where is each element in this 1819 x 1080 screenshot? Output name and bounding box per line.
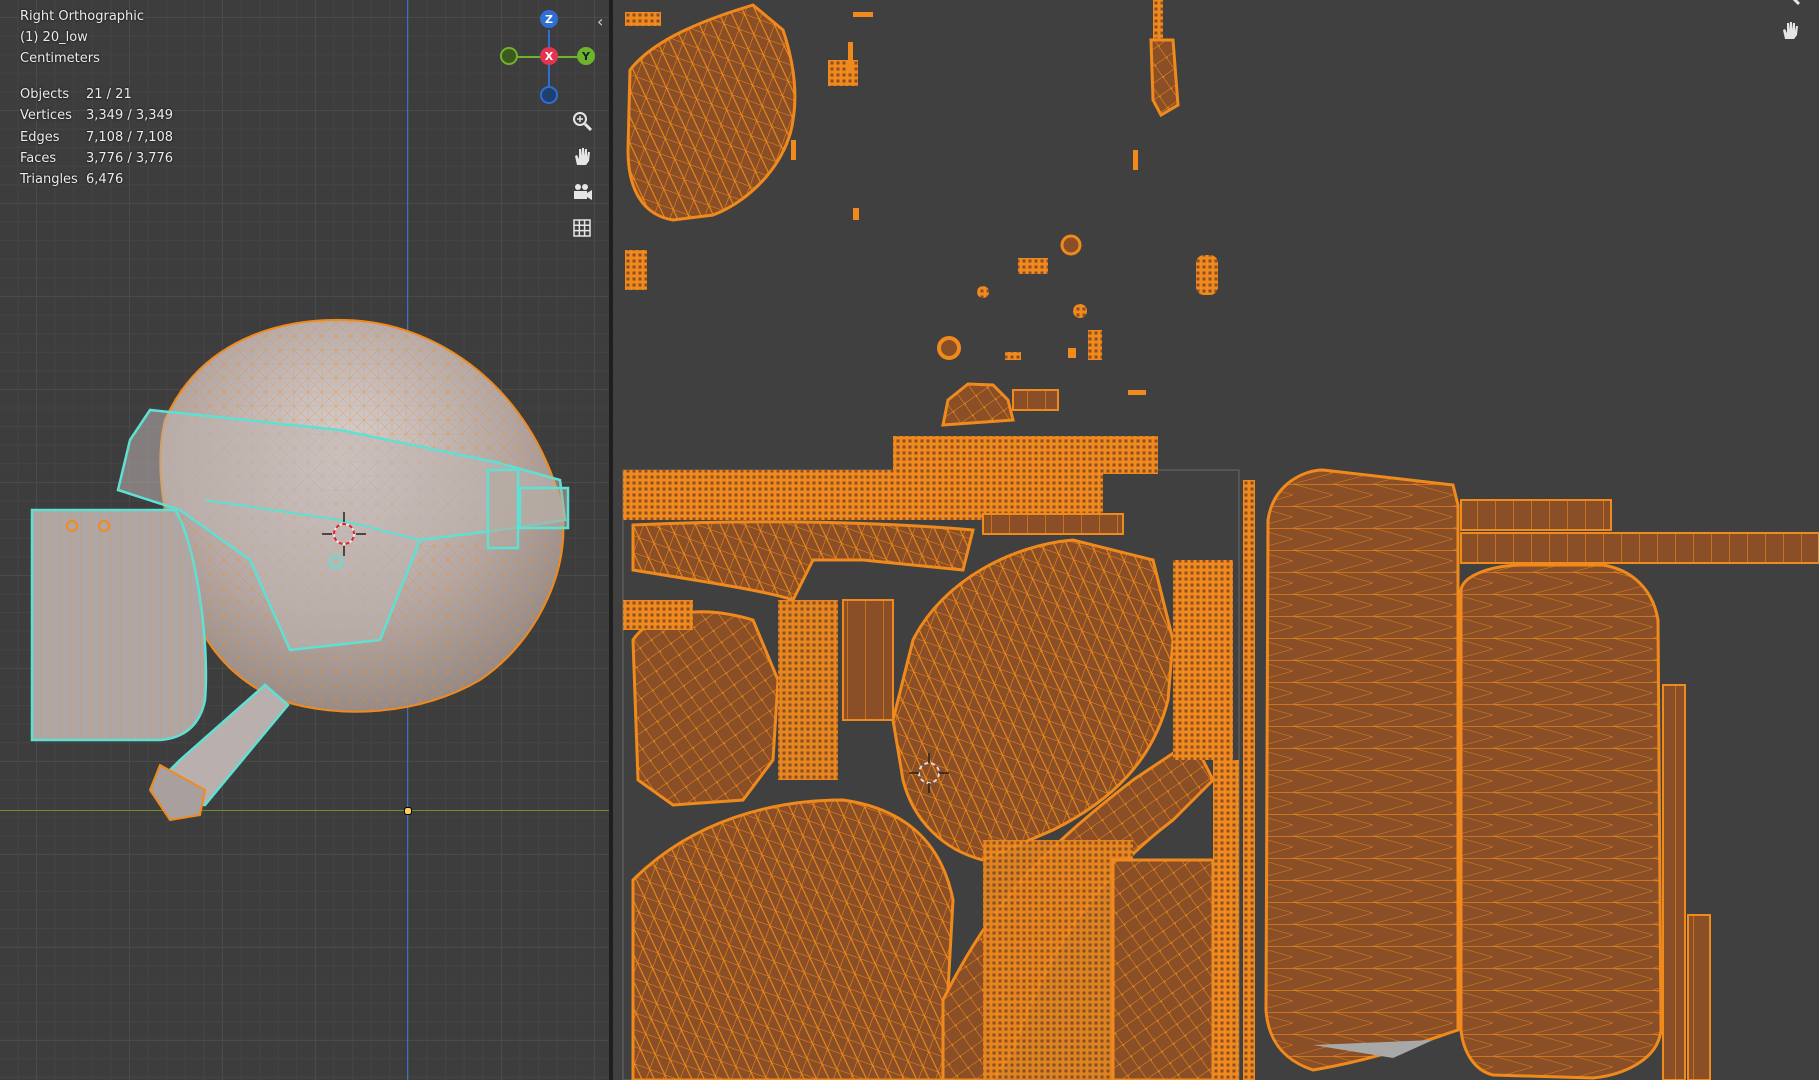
- uv-island: [1005, 352, 1021, 360]
- stat-value: 6,476: [86, 172, 124, 188]
- uv-island: [1264, 468, 1460, 1072]
- stat-value: 21 / 21: [86, 87, 132, 102]
- uv-island: [1243, 480, 1255, 1080]
- stat-row-faces: Faces 3,776 / 3,776: [20, 148, 173, 169]
- uv-island: [842, 599, 894, 721]
- uv-island: [1128, 390, 1146, 395]
- uv-island: [1460, 499, 1612, 531]
- grid-icon[interactable]: [567, 213, 597, 243]
- uv-island: [983, 840, 1133, 1080]
- uv-island: [1687, 914, 1711, 1080]
- gizmo-neg-z-axis[interactable]: [540, 86, 558, 104]
- stat-row-triangles: Triangles 6,476: [20, 169, 173, 190]
- gizmo-neg-y-axis[interactable]: [500, 47, 518, 65]
- stat-row-edges: Edges 7,108 / 7,108: [20, 127, 173, 148]
- uv-island: [848, 42, 853, 72]
- stat-value: 3,776 / 3,776: [86, 150, 174, 166]
- hand-pan-icon[interactable]: [1779, 18, 1807, 46]
- uv-island: [1018, 258, 1048, 274]
- uv-island: [982, 513, 1124, 535]
- stat-value: 7,108 / 7,108: [86, 129, 174, 145]
- uv-island: [1213, 760, 1239, 1080]
- uv-island: [626, 3, 797, 222]
- zoom-icon[interactable]: [1779, 0, 1807, 8]
- uv-island: [1133, 150, 1138, 170]
- uv-island: [893, 436, 1158, 474]
- 3d-viewport[interactable]: Right Orthographic (1) 20_low Centimeter…: [0, 0, 609, 1080]
- stat-label: Vertices: [20, 108, 72, 124]
- scene-statistics: Objects 21 / 21 Vertices 3,349 / 3,349 Edg…: [20, 84, 173, 190]
- uv-island: [937, 336, 961, 360]
- side-clip: [486, 468, 520, 550]
- stat-row-vertices: Vertices 3,349 / 3,349: [20, 105, 173, 126]
- collapse-toolbar-arrow[interactable]: ‹: [597, 12, 603, 31]
- stat-label: Objects: [20, 87, 70, 102]
- navigation-gizmo[interactable]: Z X Y: [500, 10, 600, 110]
- uv-island: [623, 600, 693, 630]
- uv-island: [853, 12, 873, 17]
- zoom-icon[interactable]: [567, 106, 597, 136]
- uv-island: [631, 798, 955, 1080]
- stat-value: 3,349 / 3,349: [86, 108, 174, 124]
- uv-island: [1073, 304, 1087, 318]
- uv-island: [1662, 684, 1686, 1080]
- hand-pan-icon[interactable]: [567, 141, 597, 171]
- uv-island: [623, 470, 1103, 520]
- stat-row-objects: Objects 21 / 21: [20, 84, 173, 105]
- uv-island: [625, 12, 661, 26]
- uv-island: [977, 286, 989, 298]
- stat-label: Faces: [20, 150, 57, 166]
- uv-island: [1153, 0, 1163, 40]
- uv-island: [791, 140, 796, 160]
- camera-icon[interactable]: [567, 177, 597, 207]
- gizmo-y-axis[interactable]: Y: [577, 47, 595, 65]
- uv-island: [941, 382, 1015, 427]
- view-name: Right Orthographic: [20, 9, 145, 24]
- uv-island: [1196, 255, 1218, 295]
- uv-island: [1149, 38, 1180, 118]
- uv-island: [1068, 348, 1076, 358]
- uv-island: [625, 250, 647, 290]
- uv-island: [1012, 389, 1059, 411]
- uv-island: [631, 610, 780, 807]
- uv-island: [778, 600, 838, 780]
- uv-island: [1088, 330, 1102, 360]
- stat-label: Edges: [20, 129, 60, 145]
- uv-island: [1060, 234, 1082, 256]
- uv-islands[interactable]: [613, 0, 1819, 1080]
- uv-island: [1460, 532, 1819, 564]
- gizmo-x-axis[interactable]: X: [540, 47, 558, 65]
- uv-island: [1173, 560, 1233, 760]
- units-label: Centimeters: [20, 51, 100, 66]
- uv-editor[interactable]: [613, 0, 1819, 1080]
- uv-island: [853, 208, 859, 220]
- uv-island: [1459, 563, 1663, 1080]
- stat-label: Triangles: [20, 172, 78, 188]
- object-name: (1) 20_low: [20, 30, 88, 45]
- uv-island: [1111, 858, 1215, 1080]
- gizmo-z-axis[interactable]: Z: [540, 10, 558, 28]
- uv-island: [828, 60, 858, 86]
- uv-island: [631, 520, 975, 602]
